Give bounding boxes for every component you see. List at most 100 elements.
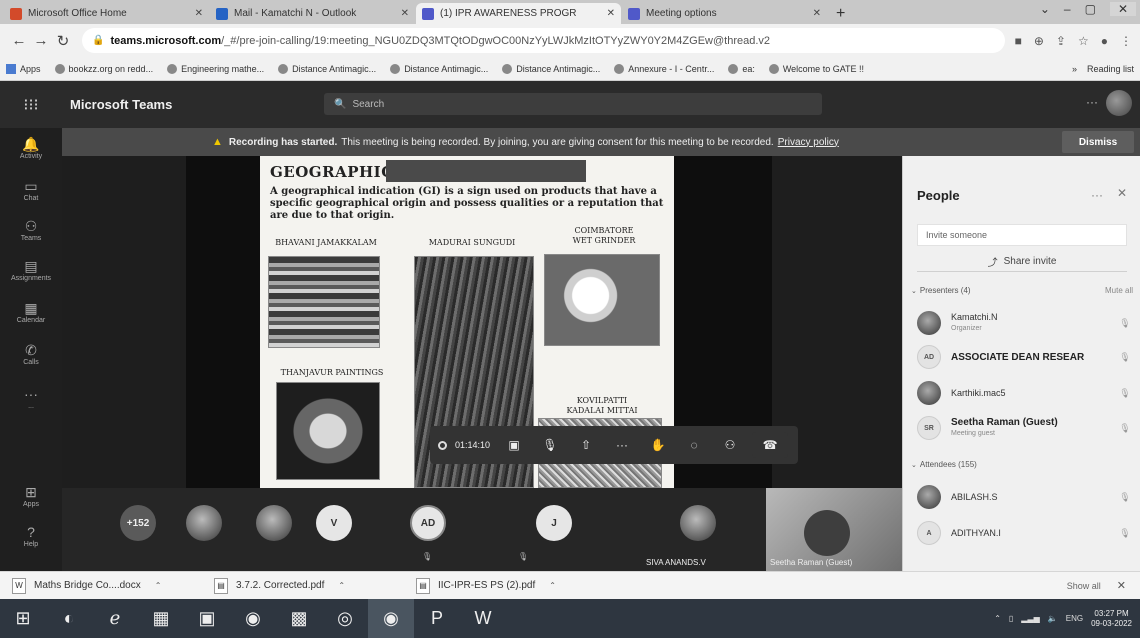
person-row[interactable]: ABILASH.S 🎙 (917, 482, 1135, 512)
browser-tab[interactable]: Microsoft Office Home ✕ (4, 3, 209, 24)
rail-item-more[interactable]: ···... (0, 386, 62, 410)
back-icon[interactable]: ← (8, 32, 30, 49)
participants-icon[interactable]: ⚇ (712, 438, 748, 452)
rail-item-help[interactable]: ? Help (0, 524, 62, 548)
bookmark-item[interactable]: Welcome to GATE !! (768, 63, 864, 74)
rail-item-calls[interactable]: ✆ Calls (0, 342, 62, 366)
chevron-up-icon[interactable]: ⌃ (549, 581, 556, 590)
volume-icon[interactable]: 🔈 (1048, 614, 1058, 623)
chat-icon[interactable]: ◌ (676, 438, 712, 452)
reload-icon[interactable]: ↻ (52, 32, 74, 50)
share-icon[interactable]: ⇪ (1056, 34, 1066, 48)
camera-off-icon[interactable]: ▣ (496, 438, 532, 452)
share-screen-icon[interactable]: ⇧ (568, 438, 604, 452)
close-icon[interactable]: ✕ (1109, 2, 1136, 16)
avatar[interactable] (1106, 90, 1132, 116)
internet-explorer-icon[interactable]: ℯ (92, 599, 138, 638)
invite-input[interactable]: Invite someone (917, 224, 1127, 246)
chevron-up-icon[interactable]: ⌃ (994, 614, 1001, 623)
powerpoint-icon[interactable]: P (414, 599, 460, 638)
forward-icon[interactable]: → (30, 32, 52, 49)
attendees-header[interactable]: ⌄ Attendees (155) (911, 460, 1133, 469)
browser-tab-active[interactable]: (1) IPR AWARENESS PROGR ✕ (416, 3, 621, 24)
close-icon[interactable]: ✕ (813, 8, 821, 19)
browser-tab[interactable]: Mail - Kamatchi N - Outlook ✕ (210, 3, 415, 24)
dismiss-button[interactable]: Dismiss (1062, 131, 1134, 153)
store-icon[interactable]: ▣ (184, 599, 230, 638)
media-player-icon[interactable]: ◉ (230, 599, 276, 638)
chevron-down-icon[interactable]: ⌄ (1040, 2, 1050, 16)
close-icon[interactable]: ✕ (1117, 579, 1126, 592)
chrome-icon[interactable]: ◉ (368, 599, 414, 638)
mic-off-icon[interactable]: 🎙 (532, 438, 568, 452)
bookmark-item[interactable]: ea: (728, 63, 755, 74)
profile-icon[interactable]: ● (1101, 34, 1108, 48)
star-icon[interactable]: ☆ (1078, 34, 1089, 48)
person-row[interactable]: Karthiki.mac5 🎙 (917, 378, 1135, 408)
close-icon[interactable]: ✕ (607, 8, 615, 19)
reading-list-button[interactable]: Reading list (1087, 64, 1134, 74)
participant-tile[interactable]: J 🎙 (518, 488, 598, 571)
bookmark-item[interactable]: Annexure - I - Centr... (614, 63, 714, 74)
bookmark-item[interactable]: Distance Antimagic... (278, 63, 376, 74)
menu-icon[interactable]: ⋮ (1120, 34, 1132, 48)
rail-item-activity[interactable]: 🔔 Activity (0, 136, 62, 160)
url-input[interactable]: 🔒 teams.microsoft.com /_#/pre-join-calli… (82, 28, 1005, 53)
person-row[interactable]: A ADITHYAN.I 🎙 (917, 518, 1135, 548)
app-icon[interactable]: ▩ (276, 599, 322, 638)
bookmark-item[interactable]: Engineering mathe... (167, 63, 264, 74)
bookmark-item[interactable]: bookzz.org on redd... (54, 63, 153, 74)
person-row[interactable]: Kamatchi.N Organizer 🎙 (917, 308, 1135, 338)
participant-video-tile[interactable]: Seetha Raman (Guest) (766, 488, 902, 571)
more-options-icon[interactable]: ··· (1091, 188, 1103, 202)
clock[interactable]: 03:27 PM 09-03-2022 (1091, 609, 1132, 629)
hang-up-button[interactable]: ☎ (752, 432, 789, 458)
privacy-policy-link[interactable]: Privacy policy (778, 137, 839, 148)
rail-item-assignments[interactable]: ▤ Assignments (0, 258, 62, 282)
person-row[interactable]: AD ASSOCIATE DEAN RESEAR 🎙 (917, 342, 1135, 372)
download-item[interactable]: W Maths Bridge Co....docx ⌃ (12, 577, 202, 594)
chevron-up-icon[interactable]: ⌃ (338, 581, 345, 590)
participant-tile[interactable] (172, 488, 242, 571)
chevron-up-icon[interactable]: ⌃ (155, 581, 162, 590)
bookmark-item[interactable]: Distance Antimagic... (390, 63, 488, 74)
participant-tile[interactable]: SIVA ANANDS.V (642, 488, 762, 571)
presenters-header[interactable]: ⌄ Presenters (4) Mute all (911, 286, 1133, 295)
more-options-icon[interactable]: ··· (1086, 95, 1098, 109)
more-participants-badge[interactable]: +152 (120, 505, 156, 541)
close-icon[interactable]: ✕ (1117, 186, 1127, 200)
close-icon[interactable]: ✕ (401, 8, 409, 19)
share-invite-button[interactable]: ⤴ Share invite (917, 252, 1127, 272)
maximize-icon[interactable]: ▢ (1085, 2, 1096, 16)
network-icon[interactable]: ▂▃▅ (1021, 614, 1039, 623)
rail-item-chat[interactable]: ▭ Chat (0, 178, 62, 202)
download-item[interactable]: ▤ 3.7.2. Corrected.pdf ⌃ (214, 577, 404, 594)
zoom-icon[interactable]: ⊕ (1034, 34, 1044, 48)
app-launcher-icon[interactable]: ⁝⁝⁝ (0, 95, 62, 115)
rail-item-apps[interactable]: ⊞ Apps (0, 484, 62, 508)
battery-icon[interactable]: ▯ (1009, 614, 1013, 623)
rail-item-teams[interactable]: ⚇ Teams (0, 218, 62, 242)
participant-tile[interactable]: AD 🎙 (392, 488, 472, 571)
mute-all-button[interactable]: Mute all (1105, 286, 1133, 295)
word-icon[interactable]: W (460, 599, 506, 638)
person-row[interactable]: SR Seetha Raman (Guest) Meeting guest 🎙 (917, 413, 1135, 443)
participant-tile[interactable]: +152 (62, 488, 172, 571)
more-actions-icon[interactable]: ··· (604, 438, 640, 452)
download-item[interactable]: ▤ IIC-IPR-ES PS (2).pdf ⌃ (416, 577, 606, 594)
browser-tab[interactable]: Meeting options ✕ (622, 3, 827, 24)
new-tab-button[interactable]: + (836, 3, 845, 24)
participant-tile[interactable]: V (302, 488, 372, 571)
bookmark-apps[interactable]: Apps (6, 63, 41, 74)
bookmark-item[interactable]: Distance Antimagic... (502, 63, 600, 74)
close-icon[interactable]: ✕ (195, 8, 203, 19)
raise-hand-icon[interactable]: ✋ (640, 438, 676, 452)
rail-item-calendar[interactable]: ▦ Calendar (0, 300, 62, 324)
bookmarks-more-button[interactable]: » (1072, 64, 1077, 74)
media-icon[interactable]: ◐ (46, 599, 92, 638)
file-explorer-icon[interactable]: ▦ (138, 599, 184, 638)
camera-icon[interactable]: ■ (1015, 34, 1022, 48)
minimize-icon[interactable]: – (1064, 2, 1071, 16)
show-all-button[interactable]: Show all (1067, 581, 1101, 591)
windows-start-icon[interactable]: ⊞ (0, 599, 46, 638)
